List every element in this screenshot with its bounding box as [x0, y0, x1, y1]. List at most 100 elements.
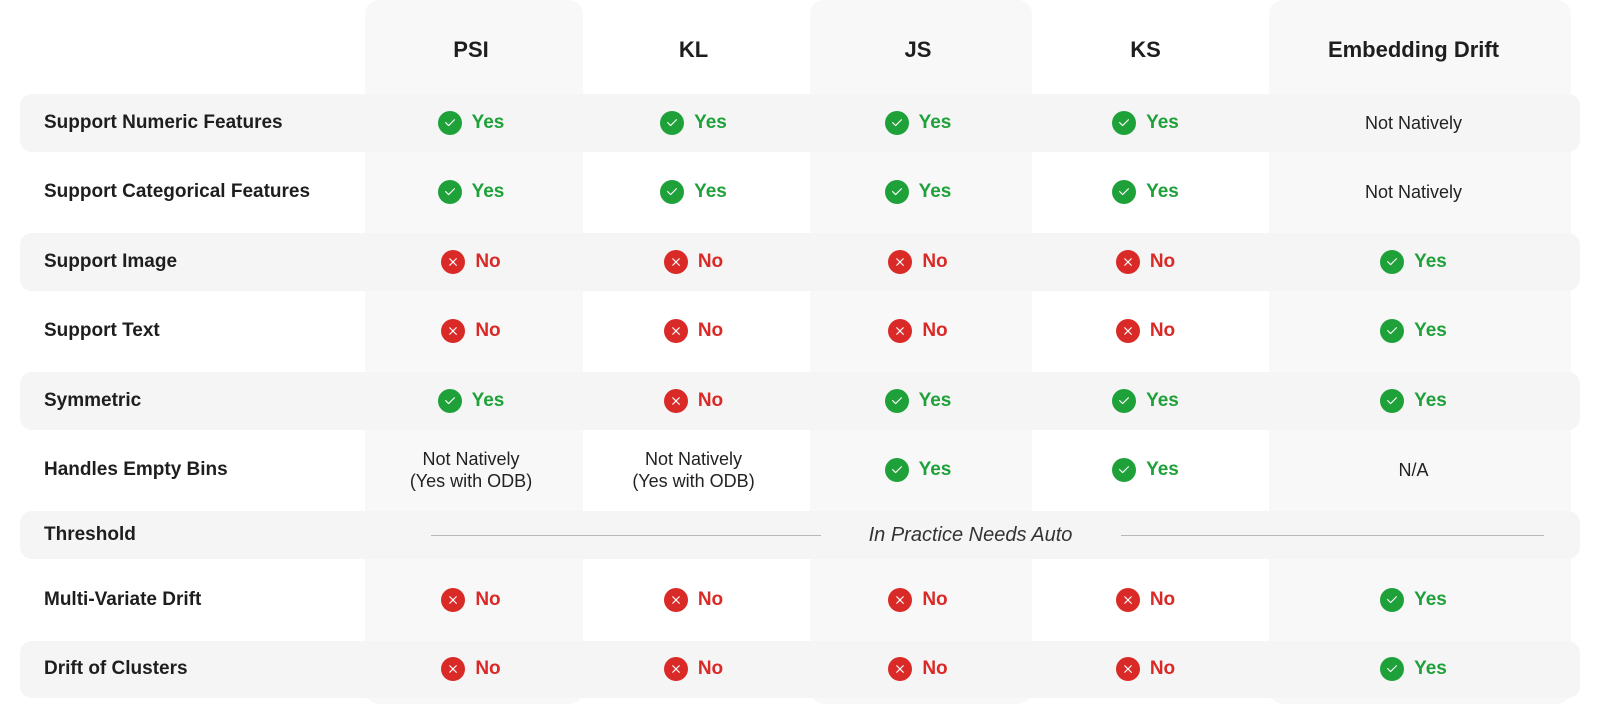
cell: Yes — [1261, 635, 1566, 705]
cell: Yes — [806, 158, 1030, 228]
check-icon — [1380, 588, 1404, 612]
no-value: No — [1116, 588, 1175, 612]
table-header: PSI KL JS KS Embedding Drift — [20, 12, 1580, 88]
table-row: Handles Empty Bins Not Natively(Yes with… — [20, 436, 1580, 506]
cell: No — [581, 565, 806, 635]
yn-label: No — [922, 589, 947, 611]
yn-label: No — [475, 251, 500, 273]
cell: Yes — [1030, 366, 1261, 436]
cross-icon — [888, 588, 912, 612]
cross-icon — [664, 657, 688, 681]
check-icon — [885, 111, 909, 135]
yes-value: Yes — [438, 111, 505, 135]
threshold-text: In Practice Needs Auto — [859, 524, 1083, 547]
cell: No — [581, 635, 806, 705]
yn-label: No — [1150, 658, 1175, 680]
cell: No — [1030, 565, 1261, 635]
cell: No — [361, 227, 581, 297]
cross-icon — [888, 319, 912, 343]
check-icon — [438, 180, 462, 204]
check-icon — [1112, 111, 1136, 135]
yes-value: Yes — [885, 111, 952, 135]
cell: Yes — [361, 158, 581, 228]
yes-value: Yes — [885, 389, 952, 413]
col-header-ks: KS — [1030, 12, 1261, 88]
no-value: No — [441, 319, 500, 343]
cell: No — [361, 297, 581, 367]
yn-label: Yes — [919, 390, 952, 412]
cell-text: Not Natively — [1365, 181, 1462, 204]
col-header-blank — [20, 12, 361, 88]
yes-value: Yes — [1380, 657, 1447, 681]
yn-label: Yes — [1146, 459, 1179, 481]
cell: Yes — [361, 366, 581, 436]
col-header-kl: KL — [581, 12, 806, 88]
yn-label: No — [475, 589, 500, 611]
cell-text: Not Natively(Yes with ODB) — [410, 448, 532, 493]
row-label: Symmetric — [20, 366, 361, 436]
yn-label: No — [698, 658, 723, 680]
cross-icon — [664, 389, 688, 413]
cell: No — [806, 635, 1030, 705]
cross-icon — [441, 319, 465, 343]
yn-label: No — [698, 589, 723, 611]
cell: Yes — [1261, 565, 1566, 635]
rule-right-icon — [1121, 535, 1545, 536]
cell: No — [806, 227, 1030, 297]
cell: Not Natively — [1261, 88, 1566, 158]
check-icon — [438, 111, 462, 135]
no-value: No — [664, 657, 723, 681]
check-icon — [885, 389, 909, 413]
check-icon — [1380, 319, 1404, 343]
yn-label: Yes — [1414, 658, 1447, 680]
cross-icon — [441, 657, 465, 681]
yes-value: Yes — [660, 111, 727, 135]
yes-value: Yes — [1112, 458, 1179, 482]
cell: No — [361, 635, 581, 705]
yes-value: Yes — [1380, 319, 1447, 343]
cell: Yes — [581, 158, 806, 228]
no-value: No — [441, 588, 500, 612]
no-value: No — [888, 588, 947, 612]
yes-value: Yes — [1380, 588, 1447, 612]
cell: No — [581, 297, 806, 367]
cell: Yes — [1030, 88, 1261, 158]
row-label: Multi-Variate Drift — [20, 565, 361, 635]
yn-label: Yes — [472, 112, 505, 134]
no-value: No — [1116, 319, 1175, 343]
col-header-psi: PSI — [361, 12, 581, 88]
table-row: Symmetric Yes No Yes Yes Yes — [20, 366, 1580, 436]
yn-label: No — [475, 320, 500, 342]
cell: Yes — [806, 436, 1030, 506]
check-icon — [1380, 250, 1404, 274]
cell: No — [581, 366, 806, 436]
cell: Yes — [1261, 227, 1566, 297]
yn-label: Yes — [1414, 390, 1447, 412]
cell: No — [1030, 635, 1261, 705]
yn-label: No — [922, 658, 947, 680]
cell: Yes — [361, 88, 581, 158]
col-header-js: JS — [806, 12, 1030, 88]
yes-value: Yes — [1380, 250, 1447, 274]
yn-label: Yes — [694, 112, 727, 134]
cross-icon — [664, 319, 688, 343]
no-value: No — [441, 657, 500, 681]
yn-label: Yes — [694, 181, 727, 203]
table-row-threshold: Threshold In Practice Needs Auto — [20, 505, 1580, 565]
yes-value: Yes — [885, 180, 952, 204]
cell: Yes — [1261, 297, 1566, 367]
cell: No — [806, 297, 1030, 367]
yn-label: No — [698, 320, 723, 342]
no-value: No — [664, 588, 723, 612]
check-icon — [1112, 458, 1136, 482]
row-label: Threshold — [20, 505, 361, 565]
yn-label: Yes — [1146, 390, 1179, 412]
table-row: Support Categorical Features Yes Yes Yes… — [20, 158, 1580, 228]
cross-icon — [1116, 657, 1140, 681]
check-icon — [885, 458, 909, 482]
yes-value: Yes — [1112, 111, 1179, 135]
row-label: Support Categorical Features — [20, 158, 361, 228]
cell: Not Natively(Yes with ODB) — [361, 436, 581, 506]
check-icon — [1380, 657, 1404, 681]
yn-label: Yes — [1414, 589, 1447, 611]
